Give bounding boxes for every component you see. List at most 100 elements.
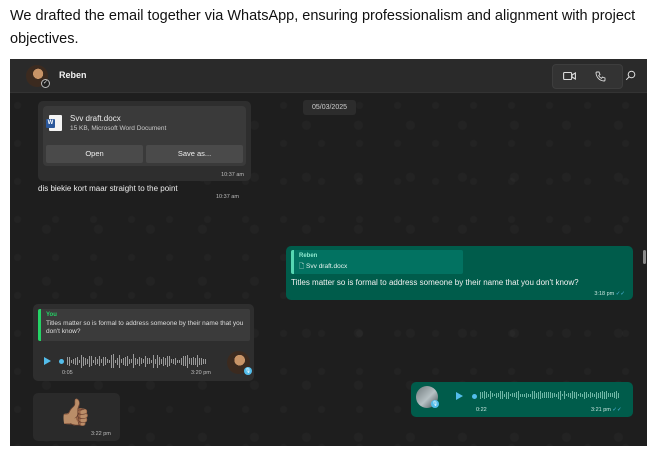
waveform-bar xyxy=(145,355,146,367)
double-check-icon: ✓✓ xyxy=(615,291,625,297)
quoted-message[interactable]: Reben 🗋 Svv draft.docx xyxy=(291,250,463,274)
waveform-bar xyxy=(171,359,172,363)
waveform-bar xyxy=(101,359,102,363)
waveform-bar xyxy=(546,392,547,398)
waveform-bar xyxy=(121,359,122,363)
waveform-bar xyxy=(103,356,104,366)
waveform-bar xyxy=(155,358,156,364)
quoted-text: Titles matter so is formal to address so… xyxy=(46,320,244,335)
waveform-bar xyxy=(187,354,188,368)
play-icon[interactable] xyxy=(456,392,463,400)
contact-name[interactable]: Reben xyxy=(59,70,87,80)
scrollbar[interactable] xyxy=(643,250,646,264)
waveform-bar xyxy=(85,357,86,365)
waveform-bar xyxy=(604,391,605,399)
incoming-voice-message[interactable]: You Titles matter so is formal to addres… xyxy=(33,304,254,381)
waveform-bar xyxy=(91,356,92,366)
waveform-bar xyxy=(131,359,132,363)
quoted-author: You xyxy=(46,312,57,318)
outgoing-voice-message[interactable]: 🎙 0:22 3:21 pm ✓✓ xyxy=(411,382,633,417)
waveform-bar xyxy=(584,391,585,399)
waveform-bar xyxy=(570,392,571,398)
playback-scrubber[interactable] xyxy=(59,359,64,364)
waveform-bar xyxy=(201,357,202,365)
message-list[interactable]: 05/03/2025 W Svv draft.docx 15 KB, Micro… xyxy=(10,94,647,446)
message-time: 10:37 am xyxy=(221,172,244,178)
quoted-file: 🗋 Svv draft.docx xyxy=(299,262,347,273)
incoming-text-message[interactable]: dis biekie kort maar straight to the poi… xyxy=(38,184,178,193)
date-separator: 05/03/2025 xyxy=(303,100,356,115)
waveform-bar xyxy=(482,392,483,398)
waveform-bar xyxy=(105,357,106,365)
waveform-bar xyxy=(141,358,142,364)
waveform-bar xyxy=(514,393,515,397)
waveform-bar xyxy=(608,393,609,397)
thumbs-up-sticker-message[interactable]: 👍🏽 3:22 pm xyxy=(33,393,120,441)
waveform-bar xyxy=(185,356,186,366)
play-icon[interactable] xyxy=(44,357,51,365)
waveform-bar xyxy=(115,359,116,363)
audio-waveform[interactable] xyxy=(480,389,619,401)
waveform-bar xyxy=(133,354,134,368)
waveform-bar xyxy=(564,391,565,399)
waveform-bar xyxy=(205,358,206,364)
waveform-bar xyxy=(193,357,194,365)
waveform-bar xyxy=(151,359,152,363)
waveform-bar xyxy=(183,356,184,366)
outgoing-reply-message[interactable]: Reben 🗋 Svv draft.docx Titles matter so … xyxy=(286,246,633,300)
chat-header: ✓ Reben xyxy=(10,59,647,93)
status-check-icon: ✓ xyxy=(41,79,50,88)
waveform-bar xyxy=(536,392,537,398)
whatsapp-window: ✓ Reben 05/03/2025 W Svv draft.docx 15 K… xyxy=(10,59,647,446)
waveform-bar xyxy=(542,392,543,398)
thumbs-up-icon: 👍🏽 xyxy=(59,397,92,427)
waveform-bar xyxy=(181,357,182,365)
waveform-bar xyxy=(596,391,597,399)
quoted-message[interactable]: You Titles matter so is formal to addres… xyxy=(38,309,250,341)
waveform-bar xyxy=(490,391,491,399)
waveform-bar xyxy=(99,356,100,366)
waveform-bar xyxy=(568,393,569,397)
waveform-bar xyxy=(480,391,481,399)
video-call-icon[interactable] xyxy=(562,71,576,85)
waveform-bar xyxy=(117,357,118,365)
waveform-bar xyxy=(484,391,485,399)
audio-waveform[interactable] xyxy=(67,353,206,369)
call-button-group xyxy=(552,64,623,89)
waveform-bar xyxy=(107,359,108,363)
waveform-bar xyxy=(153,354,154,368)
waveform-bar xyxy=(520,393,521,397)
waveform-bar xyxy=(598,392,599,398)
waveform-bar xyxy=(578,394,579,396)
waveform-bar xyxy=(560,390,561,400)
mic-icon: 🎙 xyxy=(244,367,252,375)
waveform-bar xyxy=(488,393,489,397)
voice-call-icon[interactable] xyxy=(593,71,607,85)
waveform-bar xyxy=(508,391,509,399)
waveform-bar xyxy=(558,391,559,399)
waveform-bar xyxy=(512,393,513,397)
waveform-bar xyxy=(93,359,94,363)
message-text: Titles matter so is formal to address so… xyxy=(291,278,579,287)
message-time: 10:37 am xyxy=(216,194,239,200)
waveform-bar xyxy=(544,392,545,398)
search-icon[interactable] xyxy=(623,70,637,84)
time-label: 3:18 pm xyxy=(594,291,615,297)
waveform-bar xyxy=(530,393,531,397)
waveform-bar xyxy=(189,358,190,364)
playback-scrubber[interactable] xyxy=(472,394,477,399)
waveform-bar xyxy=(586,392,587,398)
waveform-bar xyxy=(502,391,503,399)
waveform-bar xyxy=(77,357,78,365)
waveform-bar xyxy=(113,354,114,368)
document-message[interactable]: W Svv draft.docx 15 KB, Microsoft Word D… xyxy=(38,101,251,181)
waveform-bar xyxy=(75,357,76,365)
waveform-bar xyxy=(173,358,174,364)
waveform-bar xyxy=(506,391,507,399)
open-document-button[interactable]: Open xyxy=(46,145,143,163)
waveform-bar xyxy=(556,393,557,397)
waveform-bar xyxy=(119,354,120,368)
document-card[interactable]: W Svv draft.docx 15 KB, Microsoft Word D… xyxy=(43,106,246,166)
waveform-bar xyxy=(81,354,82,368)
save-as-button[interactable]: Save as... xyxy=(146,145,243,163)
